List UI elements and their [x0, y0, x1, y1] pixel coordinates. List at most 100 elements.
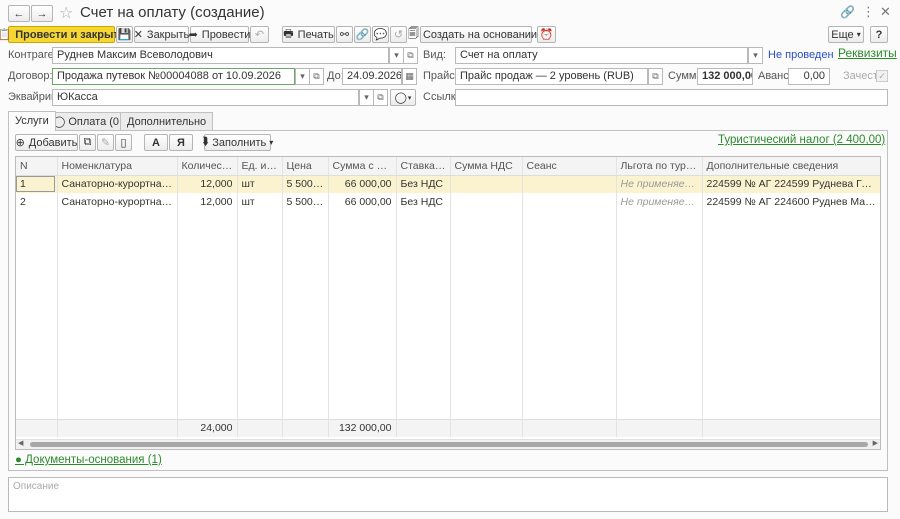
- row-unit: шт: [237, 175, 283, 193]
- undo-post-button[interactable]: ↶: [250, 26, 269, 43]
- base-documents-link[interactable]: ● Документы-основания (1): [15, 454, 162, 466]
- reminder-button[interactable]: ⏰: [537, 26, 556, 43]
- fill-button[interactable]: ⮯ Заполнить ▾: [201, 134, 274, 151]
- description-placeholder: Описание: [13, 481, 60, 492]
- col-session[interactable]: Сеанс: [522, 157, 617, 176]
- acquiring-open[interactable]: ⧉: [373, 89, 388, 106]
- arrow-right-icon: →: [36, 7, 48, 20]
- fill-arrow-icon: ⮯: [201, 136, 209, 148]
- discussion-button[interactable]: 💬: [372, 26, 389, 43]
- close-button[interactable]: ✕ Закрыть: [134, 26, 189, 43]
- sort-asc-button[interactable]: А: [144, 134, 168, 151]
- post-button[interactable]: ➦ Провести: [189, 26, 250, 43]
- price-field[interactable]: Прайс продаж — 2 уровень (RUB): [455, 68, 648, 85]
- print-button[interactable]: 🖶 Печать: [282, 26, 335, 43]
- counterparty-dropdown[interactable]: ▾: [389, 47, 404, 64]
- tourist-tax-link[interactable]: Туристический налог (2 400,00): [718, 134, 885, 146]
- forward-button[interactable]: →: [31, 5, 53, 22]
- save-icon: 💾: [117, 29, 132, 41]
- col-info[interactable]: Дополнительные сведения: [702, 157, 880, 176]
- total-sum: 132 000,00: [328, 419, 397, 437]
- scroll-left-icon[interactable]: ◀: [18, 439, 23, 447]
- back-button[interactable]: ←: [8, 5, 30, 22]
- help-button[interactable]: ?: [870, 26, 888, 43]
- dropdown-icon: ▾: [394, 50, 399, 60]
- col-vat-sum[interactable]: Сумма НДС: [450, 157, 523, 176]
- col-item[interactable]: Номенклатура: [57, 157, 178, 176]
- attach-link-button[interactable]: 🔗: [354, 26, 371, 43]
- history-button[interactable]: ↺: [390, 26, 407, 43]
- sort-desc-button[interactable]: Я: [169, 134, 193, 151]
- arrow-left-icon: ←: [13, 7, 25, 20]
- row-sum: 66 000,00: [328, 193, 397, 211]
- advance-field[interactable]: 0,00: [788, 68, 830, 85]
- row-vat-rate: Без НДС: [396, 193, 451, 211]
- contract-open[interactable]: ⧉: [309, 68, 324, 85]
- window-title: Счет на оплату (создание): [80, 4, 265, 21]
- col-unit[interactable]: Ед. изм.: [237, 157, 283, 176]
- contract-field[interactable]: Продажа путевок №00004088 от 10.09.2026: [52, 68, 295, 85]
- services-grid: N Номенклатура Количество Ед. изм. Цена …: [16, 157, 880, 437]
- undo-icon: ↶: [254, 29, 265, 41]
- open-icon: ⧉: [652, 71, 659, 81]
- requisites-link[interactable]: Реквизиты: [838, 45, 897, 62]
- favorite-star-icon[interactable]: ☆: [59, 3, 73, 23]
- status-circle-select[interactable]: ◯ ▾: [390, 89, 416, 106]
- table-totals-row: 24,000 132 000,00: [16, 419, 880, 437]
- add-row-button[interactable]: ⊕ Добавить: [15, 134, 78, 151]
- open-icon: ⧉: [407, 50, 414, 60]
- more-button[interactable]: Еще ▾: [828, 26, 864, 43]
- col-benefit[interactable]: Льгота по тур. нал...: [616, 157, 703, 176]
- col-vat-rate[interactable]: Ставка НДС: [396, 157, 451, 176]
- row-vat-sum: [450, 175, 523, 193]
- tab-services[interactable]: Услуги: [8, 111, 56, 131]
- link-icon[interactable]: 🔗: [840, 5, 855, 19]
- tab-additional[interactable]: Дополнительно: [120, 112, 214, 131]
- price-open[interactable]: ⧉: [648, 68, 663, 85]
- col-sum[interactable]: Сумма с НДС: [328, 157, 397, 176]
- status-label: Не проведен: [768, 49, 834, 61]
- dropdown-icon: ▾: [269, 138, 274, 147]
- row-info: 224599 № АГ 224600 Руднев Максим Всеволо…: [702, 193, 880, 211]
- copy-row-button[interactable]: ⧉: [79, 134, 96, 151]
- contract-dropdown[interactable]: ▾: [295, 68, 310, 85]
- col-price[interactable]: Цена: [282, 157, 329, 176]
- open-icon: ⧉: [377, 92, 384, 102]
- total-qty: 24,000: [177, 419, 238, 437]
- create-based-button[interactable]: 🗐Создать на основании▾: [408, 26, 544, 43]
- edit-row-button[interactable]: ✎: [97, 134, 114, 151]
- kind-label: Вид:: [423, 49, 446, 61]
- delete-row-button[interactable]: ▯: [115, 134, 132, 151]
- documents-icon: 🗐: [407, 28, 419, 40]
- row-n: 2: [16, 193, 58, 211]
- acquiring-field[interactable]: ЮКасса: [52, 89, 359, 106]
- offset-checkbox[interactable]: ✓: [876, 70, 888, 82]
- col-qty[interactable]: Количество: [177, 157, 238, 176]
- row-vat-sum: [450, 193, 523, 211]
- copy-icon: ⧉: [83, 136, 92, 148]
- dropdown-icon: ▾: [753, 50, 758, 60]
- horizontal-scrollbar[interactable]: ◀ ▶: [16, 439, 880, 449]
- kind-field[interactable]: Счет на оплату: [455, 47, 748, 64]
- acquiring-dropdown[interactable]: ▾: [359, 89, 374, 106]
- kind-dropdown[interactable]: ▾: [748, 47, 763, 64]
- more-vertical-icon[interactable]: ⋮: [862, 4, 875, 20]
- dropdown-icon: ▾: [407, 94, 412, 102]
- row-benefit: Не применяется: [616, 175, 703, 193]
- calendar-button[interactable]: ▦: [402, 68, 417, 85]
- structure-button[interactable]: ⚯: [336, 26, 353, 43]
- link-field[interactable]: [455, 89, 888, 106]
- save-button[interactable]: 💾: [116, 26, 133, 43]
- description-field[interactable]: Описание: [8, 477, 888, 512]
- table-row[interactable]: 1 Санаторно-курортная путевка 12,000 шт …: [16, 175, 880, 193]
- row-benefit: Не применяется: [616, 193, 703, 211]
- col-n[interactable]: N: [16, 157, 58, 176]
- until-date-field[interactable]: 24.09.2026: [342, 68, 402, 85]
- scrollbar-thumb[interactable]: [30, 442, 868, 447]
- counterparty-field[interactable]: Руднев Максим Всеволодович: [52, 47, 389, 64]
- table-row[interactable]: 2 Санаторно-курортная путевка 12,000 шт …: [16, 193, 880, 211]
- post-and-close-button[interactable]: 📋 Провести и закрыть: [0, 26, 126, 43]
- counterparty-open[interactable]: ⧉: [403, 47, 418, 64]
- scroll-right-icon[interactable]: ▶: [873, 439, 878, 447]
- close-icon[interactable]: ✕: [880, 4, 891, 20]
